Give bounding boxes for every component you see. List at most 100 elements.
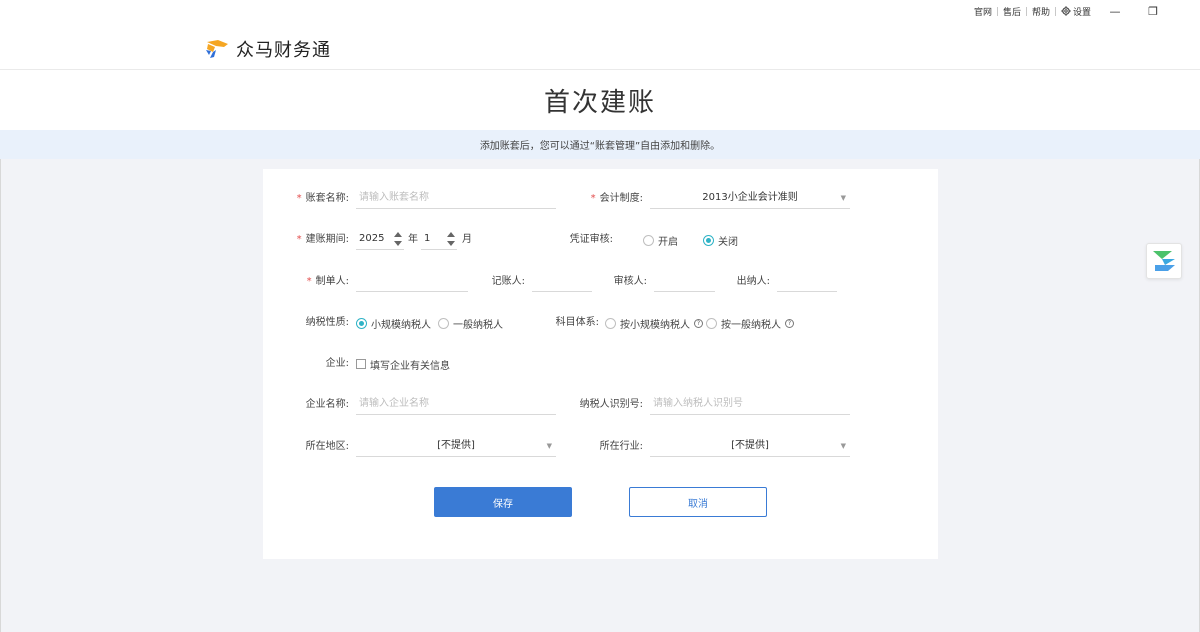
radio-off-icon	[706, 317, 717, 329]
month-stepper[interactable]: 1	[421, 228, 457, 250]
app-name: 众马财务通	[236, 40, 331, 61]
subject-system-small-label: 按小规模纳税人	[620, 319, 690, 331]
enterprise-name-label: 企业名称:	[305, 399, 349, 410]
voucher-review-on-label: 开启	[658, 236, 678, 248]
radio-off-icon	[605, 317, 616, 329]
accounting-system-select[interactable]: 2013小企业会计准则 ▼	[650, 187, 850, 209]
notice-banner: 添加账套后，您可以通过“账套管理”自由添加和删除。	[0, 130, 1200, 159]
voucher-review-on-radio[interactable]: 开启	[643, 228, 678, 252]
gear-icon	[1061, 6, 1071, 16]
required-mark: *	[590, 193, 596, 204]
cancel-button[interactable]: 取消	[629, 487, 767, 517]
page-title: 首次建账	[543, 87, 656, 118]
region-select[interactable]: [不提供] ▼	[356, 435, 556, 457]
radio-off-icon	[643, 234, 654, 246]
taxpayer-id-label: 纳税人识别号:	[579, 399, 643, 410]
accounting-system-value: 2013小企业会计准则	[702, 192, 798, 203]
form-row-enterprise: 企业: 填写企业有关信息	[263, 352, 938, 376]
form-row-account: * 账套名称: 请输入账套名称 * 会计制度: 2013小企业会计准则 ▼	[263, 187, 938, 211]
minimize-button[interactable]: —	[1096, 0, 1134, 22]
window-titlebar: 官网 售后 帮助 设置 — ❐	[0, 0, 1200, 22]
account-name-input[interactable]: 请输入账套名称	[356, 187, 556, 209]
account-name-label-text: 账套名称:	[305, 193, 349, 204]
enterprise-info-label: 填写企业有关信息	[370, 360, 450, 372]
year-unit: 年	[408, 234, 418, 245]
industry-select[interactable]: [不提供] ▼	[650, 435, 850, 457]
enterprise-info-checkbox[interactable]: 填写企业有关信息	[356, 352, 450, 376]
official-site-link[interactable]: 官网	[969, 5, 997, 18]
help-icon[interactable]: ?	[785, 318, 794, 328]
restore-button[interactable]: ❐	[1134, 0, 1172, 22]
required-mark: *	[296, 193, 302, 204]
title-area: 首次建账	[0, 70, 1200, 130]
preparer-input[interactable]	[356, 270, 468, 292]
enterprise-name-input[interactable]: 请输入企业名称	[356, 393, 556, 415]
required-mark: *	[296, 234, 302, 245]
app-logo: 众马财务通	[204, 36, 331, 62]
stacked-layers-icon	[1153, 251, 1175, 271]
settings-label: 设置	[1072, 7, 1091, 18]
voucher-review-off-label: 关闭	[718, 236, 738, 248]
bookkeeper-input[interactable]	[532, 270, 592, 292]
radio-on-icon	[703, 234, 714, 246]
tax-type-general-label: 一般纳税人	[453, 319, 503, 331]
subject-system-general-radio[interactable]: 按一般纳税人 ?	[706, 311, 794, 335]
industry-label: 所在行业:	[599, 441, 643, 452]
after-sales-link[interactable]: 售后	[998, 5, 1026, 18]
tax-type-label: 纳税性质:	[305, 317, 349, 328]
accounting-system-label: * 会计制度:	[573, 187, 643, 211]
app-header: 众马财务通	[0, 22, 1200, 70]
region-value: [不提供]	[437, 440, 475, 451]
radio-off-icon	[438, 317, 449, 329]
help-link[interactable]: 帮助	[1027, 5, 1055, 18]
reviewer-input[interactable]	[654, 270, 715, 292]
taxpayer-id-placeholder: 请输入纳税人识别号	[653, 398, 743, 409]
subject-system-general-label: 按一般纳税人	[721, 319, 781, 331]
cashier-label: 出纳人:	[736, 276, 770, 287]
voucher-review-off-radio[interactable]: 关闭	[703, 228, 738, 252]
preparer-label-text: 制单人:	[315, 276, 349, 287]
period-label: * 建账期间:	[283, 228, 349, 252]
month-value: 1	[424, 233, 431, 244]
settings-button[interactable]: 设置	[1056, 5, 1096, 18]
enterprise-name-placeholder: 请输入企业名称	[359, 398, 429, 409]
radio-on-icon	[356, 317, 367, 329]
subject-system-label: 科目体系:	[555, 317, 599, 328]
side-widget-button[interactable]	[1146, 243, 1182, 279]
notice-text: 添加账套后，您可以通过“账套管理”自由添加和删除。	[479, 141, 721, 152]
cashier-input[interactable]	[777, 270, 837, 292]
required-mark: *	[306, 276, 312, 287]
form-row-period: * 建账期间: 2025 年 1 月 凭证审核: 开启 关闭	[263, 228, 938, 252]
bookkeeper-label: 记账人:	[491, 276, 525, 287]
year-value: 2025	[359, 233, 385, 244]
form-row-region: 所在地区: [不提供] ▼ 所在行业: [不提供] ▼	[263, 435, 938, 459]
chevron-down-icon: ▼	[546, 442, 552, 450]
chevron-down-icon: ▼	[840, 194, 846, 202]
industry-value: [不提供]	[731, 440, 769, 451]
tax-type-small-radio[interactable]: 小规模纳税人	[356, 311, 431, 335]
checkbox-icon	[356, 359, 366, 369]
accounting-system-label-text: 会计制度:	[599, 193, 643, 204]
chevron-down-icon: ▼	[840, 442, 846, 450]
year-stepper[interactable]: 2025	[356, 228, 404, 250]
account-name-placeholder: 请输入账套名称	[359, 192, 429, 203]
period-label-text: 建账期间:	[305, 234, 349, 245]
horse-logo-icon	[206, 40, 228, 58]
month-unit: 月	[462, 234, 472, 245]
region-label: 所在地区:	[305, 441, 349, 452]
stepper-arrows-icon[interactable]	[394, 231, 402, 247]
form-row-tax: 纳税性质: 小规模纳税人 一般纳税人 科目体系: 按小规模纳税人 ? 按一般纳税…	[263, 311, 938, 335]
enterprise-label: 企业:	[325, 358, 349, 369]
tax-type-small-label: 小规模纳税人	[371, 319, 431, 331]
subject-system-small-radio[interactable]: 按小规模纳税人 ?	[605, 311, 703, 335]
help-icon[interactable]: ?	[694, 318, 703, 328]
voucher-review-label: 凭证审核:	[569, 234, 613, 245]
tax-type-general-radio[interactable]: 一般纳税人	[438, 311, 503, 335]
setup-form-card: * 账套名称: 请输入账套名称 * 会计制度: 2013小企业会计准则 ▼ * 建账期…	[263, 169, 938, 559]
taxpayer-id-input[interactable]: 请输入纳税人识别号	[650, 393, 850, 415]
reviewer-label: 审核人:	[613, 276, 647, 287]
account-name-label: * 账套名称:	[283, 187, 349, 211]
stepper-arrows-icon[interactable]	[447, 231, 455, 247]
save-button[interactable]: 保存	[434, 487, 572, 517]
form-row-enterprise-name: 企业名称: 请输入企业名称 纳税人识别号: 请输入纳税人识别号	[263, 393, 938, 417]
